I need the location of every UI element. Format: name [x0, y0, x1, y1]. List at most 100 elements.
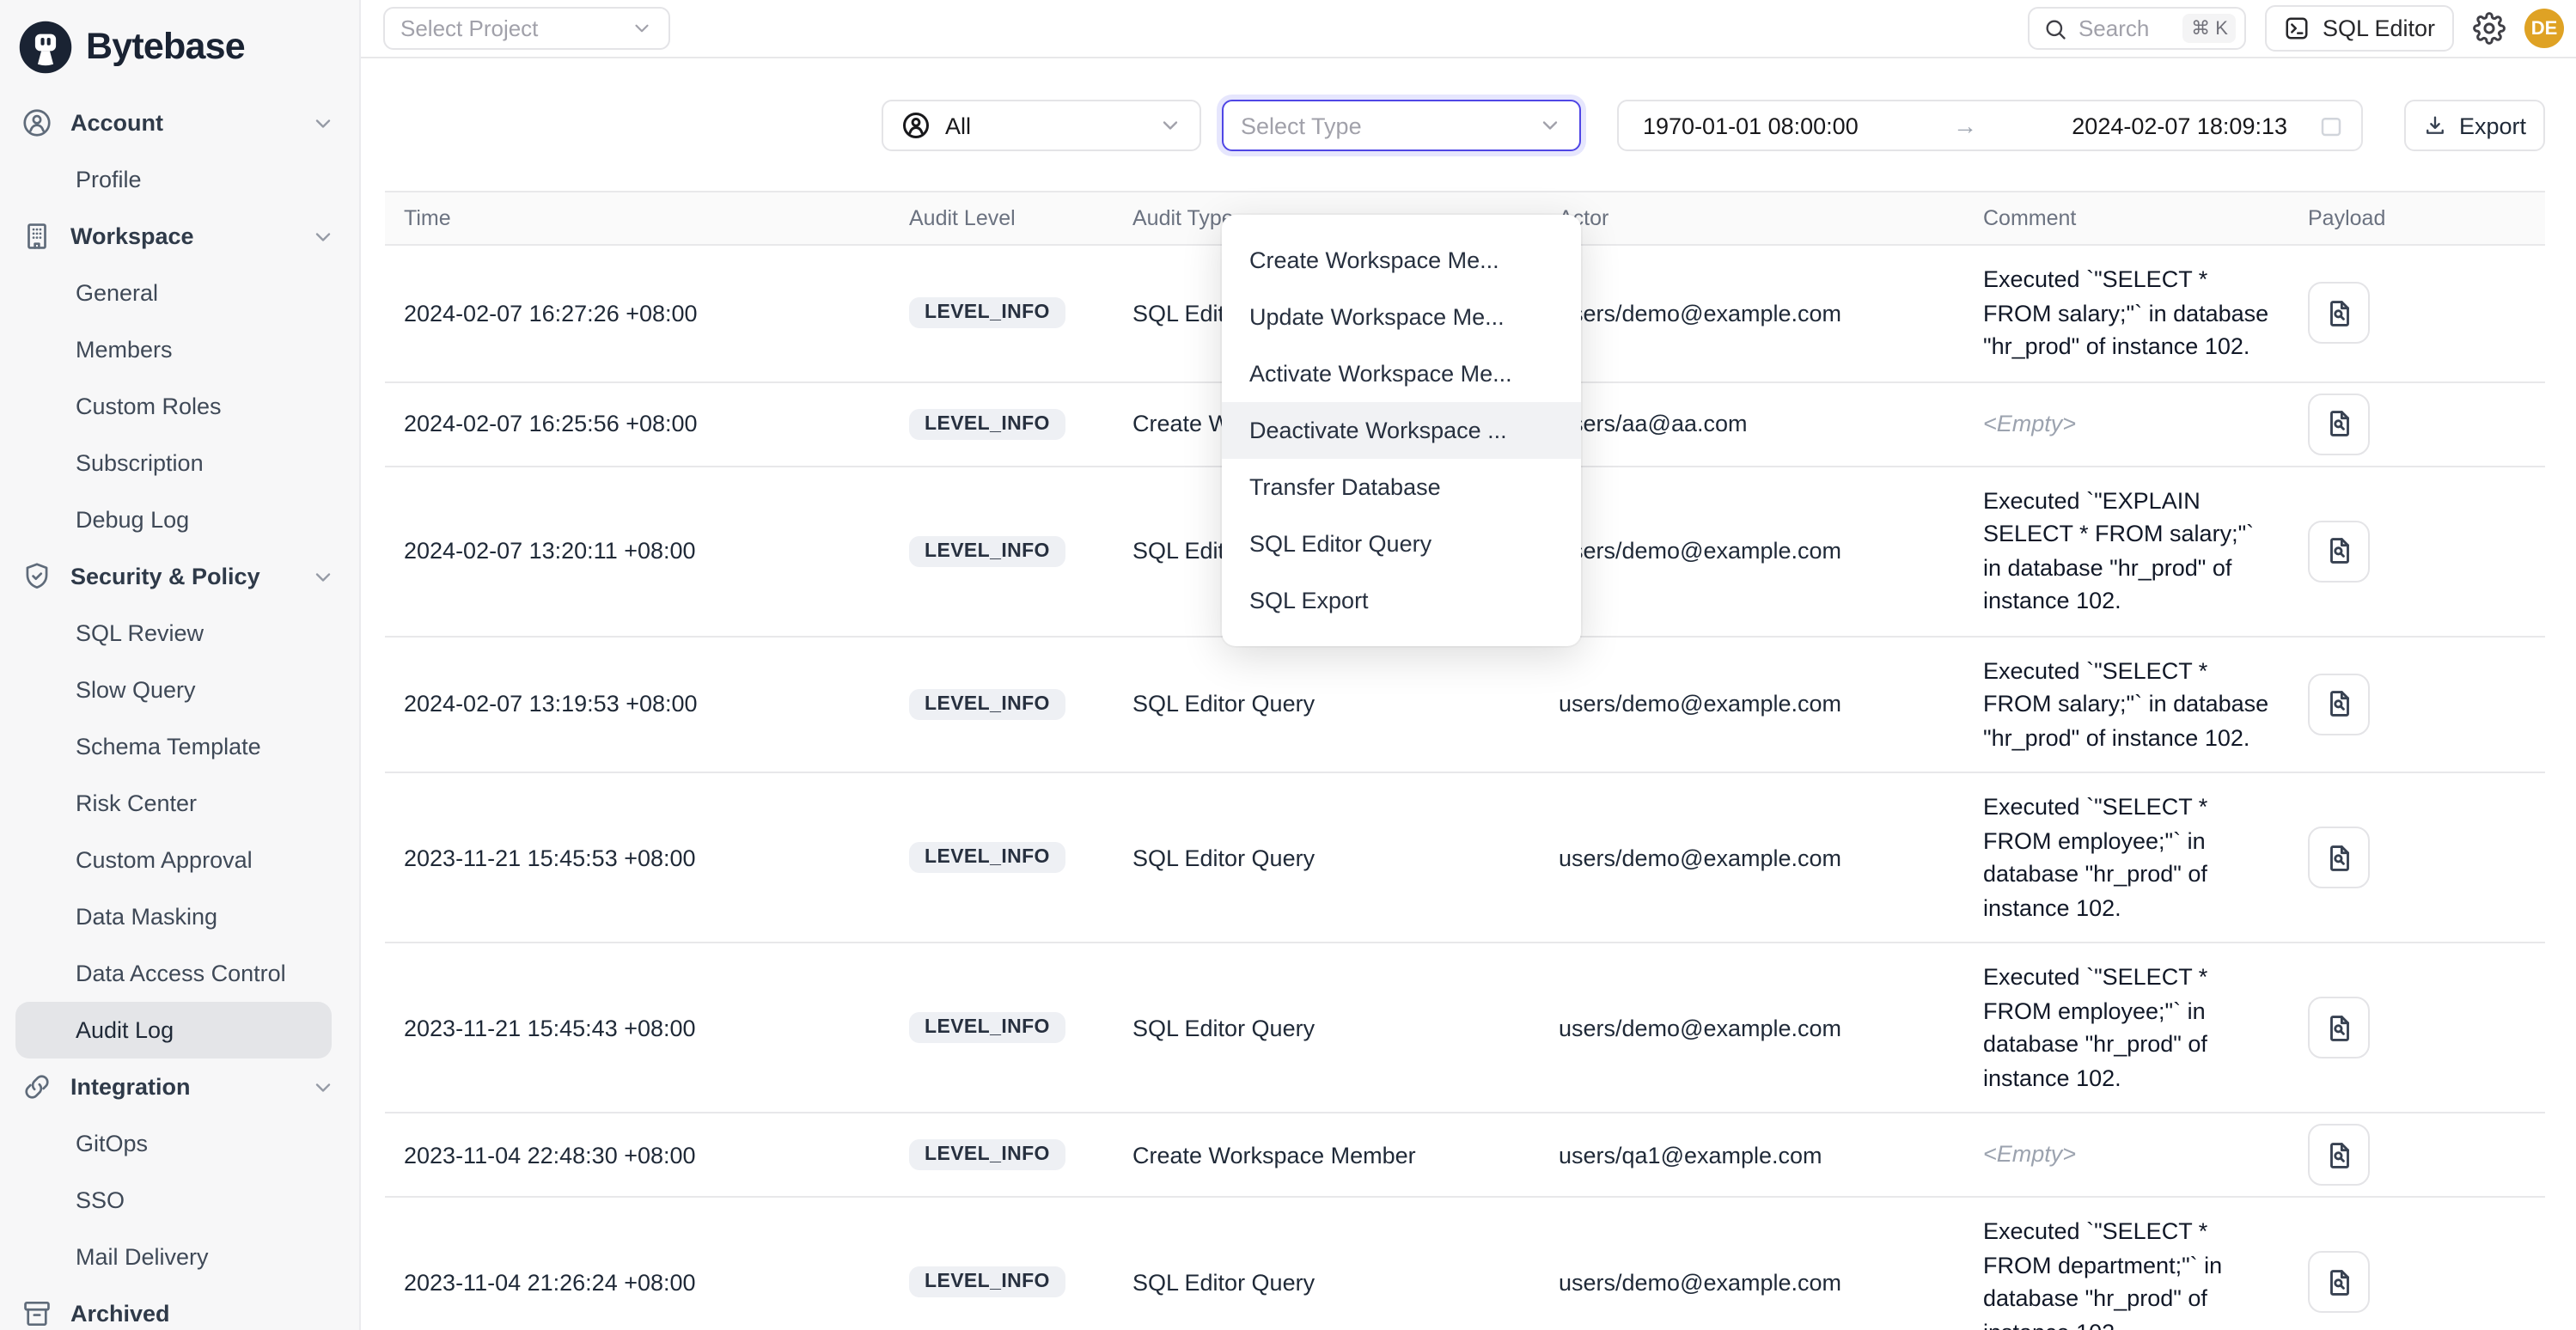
- user-circle-icon: [900, 110, 931, 141]
- menu-item-sql-editor-query[interactable]: SQL Editor Query: [1222, 516, 1581, 572]
- sidebar-item-custom-roles[interactable]: Custom Roles: [0, 378, 359, 435]
- menu-item-create-workspace-me[interactable]: Create Workspace Me...: [1222, 232, 1581, 289]
- content: All Select Type 1970-01-01 08:00:00 → 20…: [361, 58, 2576, 1330]
- search-input[interactable]: Search ⌘ K: [2029, 7, 2247, 50]
- sql-editor-button[interactable]: SQL Editor: [2266, 5, 2454, 52]
- sidebar-item-risk-center[interactable]: Risk Center: [0, 775, 359, 832]
- payload-view-button[interactable]: [2308, 283, 2370, 345]
- sidebar-item-mail-delivery[interactable]: Mail Delivery: [0, 1229, 359, 1285]
- payload-view-button[interactable]: [2308, 997, 2370, 1059]
- sidebar-item-sql-review[interactable]: SQL Review: [0, 605, 359, 662]
- sidebar-item-debug-log[interactable]: Debug Log: [0, 491, 359, 548]
- search-shortcut-badge: ⌘ K: [2182, 14, 2237, 43]
- sidebar-item-general[interactable]: General: [0, 265, 359, 321]
- audit-level-badge: LEVEL_INFO: [909, 1012, 1065, 1043]
- sidebar-item-data-masking[interactable]: Data Masking: [0, 888, 359, 945]
- sidebar-item-profile[interactable]: Profile: [0, 151, 359, 208]
- project-select[interactable]: Select Project: [383, 7, 670, 50]
- sidebar-item-sso[interactable]: SSO: [0, 1172, 359, 1229]
- sidebar-item-audit-log[interactable]: Audit Log: [15, 1002, 332, 1059]
- sidebar-item-custom-approval[interactable]: Custom Approval: [0, 832, 359, 888]
- export-button[interactable]: Export: [2404, 100, 2545, 151]
- cell-actor: users/qa1@example.com: [1540, 1113, 1964, 1197]
- type-filter-select[interactable]: Select Type: [1222, 100, 1581, 151]
- sidebar-item-subscription[interactable]: Subscription: [0, 435, 359, 491]
- cell-audit-level: LEVEL_INFO: [890, 245, 1114, 381]
- chevron-down-icon: [311, 1075, 335, 1099]
- sql-editor-label: SQL Editor: [2323, 15, 2435, 41]
- cell-time: 2023-11-04 21:26:24 +08:00: [385, 1197, 890, 1330]
- payload-view-button[interactable]: [2308, 1251, 2370, 1313]
- sidebar-item-schema-template[interactable]: Schema Template: [0, 718, 359, 775]
- cell-audit-level: LEVEL_INFO: [890, 636, 1114, 772]
- cell-actor: users/aa@aa.com: [1540, 381, 1964, 466]
- file-search-icon: [2323, 1011, 2355, 1044]
- chevron-down-icon: [1538, 113, 1562, 137]
- sidebar-item-slow-query[interactable]: Slow Query: [0, 662, 359, 718]
- file-search-icon: [2323, 1266, 2355, 1298]
- menu-item-deactivate-workspace[interactable]: Deactivate Workspace ...: [1222, 402, 1581, 459]
- payload-view-button[interactable]: [2308, 674, 2370, 735]
- date-range-picker[interactable]: 1970-01-01 08:00:00 → 2024-02-07 18:09:1…: [1617, 100, 2363, 151]
- cell-comment: <Empty>: [1964, 381, 2289, 466]
- search-icon: [2044, 16, 2068, 40]
- type-filter-placeholder: Select Type: [1241, 113, 1362, 138]
- payload-view-button[interactable]: [2308, 827, 2370, 888]
- sidebar-group-workspace[interactable]: Workspace: [0, 208, 359, 265]
- cell-audit-level: LEVEL_INFO: [890, 381, 1114, 466]
- table-row: 2023-11-04 21:26:24 +08:00 LEVEL_INFO SQL …: [385, 1197, 2545, 1330]
- avatar[interactable]: DE: [2524, 9, 2564, 48]
- calendar-icon: [2318, 113, 2344, 138]
- bytebase-app: Bytebase AccountProfileWorkspaceGeneralM…: [0, 0, 2576, 1330]
- sidebar-group-integration[interactable]: Integration: [0, 1059, 359, 1115]
- cell-comment: Executed `"SELECT * FROM employee;"` in …: [1964, 943, 2289, 1113]
- empty-comment-placeholder: <Empty>: [1983, 411, 2076, 436]
- menu-item-transfer-database[interactable]: Transfer Database: [1222, 459, 1581, 516]
- sidebar-group-label: Integration: [70, 1074, 191, 1100]
- cell-comment: Executed `"EXPLAIN SELECT * FROM salary;…: [1964, 466, 2289, 636]
- bytebase-logo-icon: [17, 18, 74, 75]
- empty-comment-placeholder: <Empty>: [1983, 1142, 2076, 1168]
- table-row: 2023-11-21 15:45:53 +08:00LEVEL_INFOSQL …: [385, 772, 2545, 943]
- file-search-icon: [2323, 407, 2355, 440]
- cell-comment: Executed `"SELECT * FROM employee;"` in …: [1964, 772, 2289, 943]
- cell-audit-level: LEVEL_INFO: [890, 1113, 1114, 1197]
- cell-audit-type: SQL Editor Query: [1114, 1197, 1540, 1330]
- sidebar-item-members[interactable]: Members: [0, 321, 359, 378]
- cell-time: 2023-11-21 15:45:53 +08:00: [385, 772, 890, 943]
- search-placeholder: Search: [2079, 15, 2172, 41]
- sidebar-item-gitops[interactable]: GitOps: [0, 1115, 359, 1172]
- cell-comment: <Empty>: [1964, 1113, 2289, 1197]
- sidebar-group-security-policy[interactable]: Security & Policy: [0, 548, 359, 605]
- table-row: 2023-11-21 15:45:43 +08:00LEVEL_INFOSQL …: [385, 943, 2545, 1113]
- sidebar-group-archived[interactable]: Archived: [0, 1285, 359, 1330]
- cell-payload: [2289, 1197, 2545, 1330]
- cell-payload: [2289, 245, 2545, 381]
- actor-filter-select[interactable]: All: [882, 100, 1201, 151]
- payload-view-button[interactable]: [2308, 1124, 2370, 1186]
- col-header-comment: Comment: [1964, 192, 2289, 245]
- cell-audit-level: LEVEL_INFO: [890, 466, 1114, 636]
- sidebar-group-account[interactable]: Account: [0, 95, 359, 151]
- audit-level-badge: LEVEL_INFO: [909, 535, 1065, 566]
- cell-audit-type: SQL Editor Query: [1114, 772, 1540, 943]
- gear-icon[interactable]: [2473, 12, 2506, 45]
- menu-item-sql-export[interactable]: SQL Export: [1222, 572, 1581, 629]
- sidebar-group-label: Account: [70, 110, 163, 136]
- logo[interactable]: Bytebase: [0, 0, 359, 79]
- menu-item-activate-workspace-me[interactable]: Activate Workspace Me...: [1222, 345, 1581, 402]
- cell-audit-type: Create Workspace Member: [1114, 1113, 1540, 1197]
- user-circle-icon: [21, 107, 53, 139]
- audit-level-badge: LEVEL_INFO: [909, 1266, 1065, 1297]
- payload-view-button[interactable]: [2308, 520, 2370, 582]
- cell-audit-level: LEVEL_INFO: [890, 772, 1114, 943]
- sidebar-item-data-access-control[interactable]: Data Access Control: [0, 945, 359, 1002]
- cell-time: 2024-02-07 16:27:26 +08:00: [385, 245, 890, 381]
- sidebar: Bytebase AccountProfileWorkspaceGeneralM…: [0, 0, 361, 1330]
- payload-view-button[interactable]: [2308, 393, 2370, 455]
- sidebar-group-label: Archived: [70, 1301, 170, 1327]
- chevron-down-icon: [1158, 113, 1182, 137]
- menu-item-update-workspace-me[interactable]: Update Workspace Me...: [1222, 289, 1581, 345]
- shield-check-icon: [21, 560, 53, 593]
- main-area: Select Project Search ⌘ K SQL Editor DE: [361, 0, 2576, 1330]
